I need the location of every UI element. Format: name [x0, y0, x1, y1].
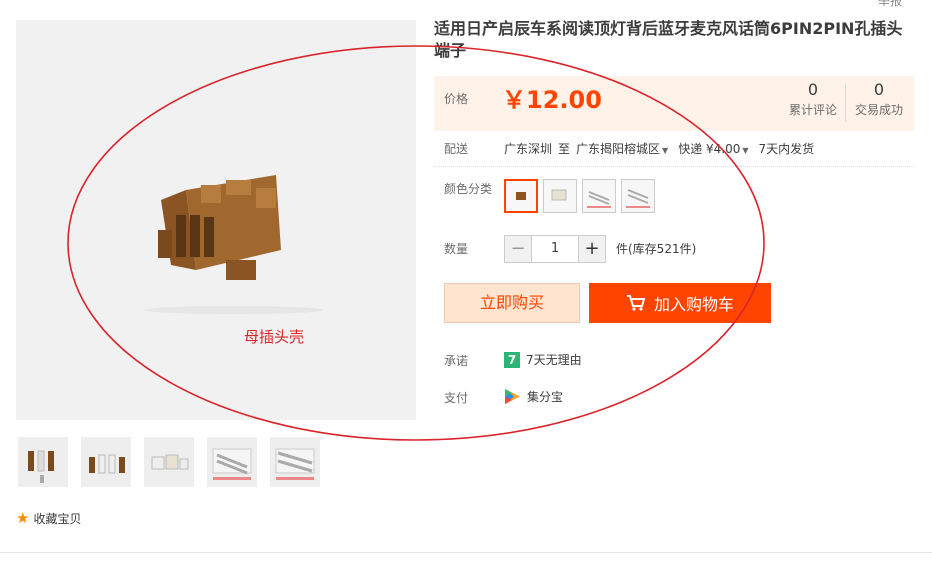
delivery-from: 广东深圳 — [504, 142, 553, 156]
promise-text: 7天无理由 — [526, 353, 582, 367]
thumbnail-3[interactable] — [144, 437, 194, 487]
stock-info: 件(库存521件) — [616, 242, 697, 256]
color-option-3[interactable] — [582, 179, 616, 213]
reviews-stat[interactable]: 0 累计评论 — [782, 80, 844, 118]
report-link[interactable]: 举报 — [878, 0, 902, 9]
sales-stat: 0 交易成功 — [848, 80, 910, 118]
thumbnail-5[interactable] — [270, 437, 320, 487]
ship-time: 7天内发货 — [758, 142, 815, 156]
increase-button[interactable]: + — [578, 235, 606, 263]
image-caption: 母插头壳 — [244, 328, 305, 346]
thumbnail-strip — [18, 437, 320, 487]
price-value: ￥12.00 — [502, 86, 602, 114]
delivery-label: 配送 — [444, 142, 469, 156]
sales-count: 0 — [873, 80, 885, 99]
express-select[interactable]: 快递 ¥4.00 ▼ — [678, 140, 748, 157]
decrease-button[interactable]: − — [504, 235, 532, 263]
add-to-cart-label: 加入购物车 — [653, 295, 734, 314]
buy-now-button[interactable]: 立即购买 — [444, 283, 580, 323]
delivery-to-select[interactable]: 广东揭阳榕城区 ▼ — [576, 140, 668, 157]
chevron-down-icon: ▼ — [742, 146, 749, 155]
payment-row[interactable]: 集分宝 — [504, 388, 563, 405]
chevron-down-icon: ▼ — [662, 146, 669, 155]
star-icon: ★ — [16, 509, 30, 527]
color-option-2[interactable] — [543, 179, 577, 213]
sales-label: 交易成功 — [854, 103, 903, 117]
color-options — [504, 179, 655, 213]
delivery-row: 广东深圳 至 广东揭阳榕城区 ▼ 快递 ¥4.00 ▼ 7天内发货 — [504, 140, 814, 157]
payment-text: 集分宝 — [527, 390, 564, 404]
add-to-cart-button[interactable]: 加入购物车 — [589, 283, 771, 323]
reviews-count: 0 — [807, 80, 819, 99]
thumbnail-4[interactable] — [207, 437, 257, 487]
thumbnail-2[interactable] — [81, 437, 131, 487]
jifenbao-icon — [505, 389, 520, 404]
color-label: 颜色分类 — [444, 182, 493, 196]
promise-label: 承诺 — [444, 354, 469, 368]
cart-icon — [626, 295, 646, 311]
payment-label: 支付 — [444, 391, 469, 405]
divider — [0, 552, 932, 553]
main-product-image: 母插头壳 — [16, 20, 416, 420]
favorite-label: 收藏宝贝 — [33, 511, 82, 526]
favorite-button[interactable]: ★ 收藏宝贝 — [16, 509, 81, 527]
connector-illustration — [144, 175, 324, 314]
stat-separator — [845, 84, 846, 122]
color-option-1[interactable] — [504, 179, 538, 213]
product-title: 适用日产启辰车系阅读顶灯背后蓝牙麦克风话筒6PIN2PIN孔插头端子 — [434, 19, 903, 60]
quantity-stepper: − 1 + — [504, 235, 606, 263]
quantity-input[interactable]: 1 — [532, 235, 578, 263]
quantity-label: 数量 — [444, 242, 469, 256]
reviews-label: 累计评论 — [788, 103, 837, 117]
color-option-4[interactable] — [621, 179, 655, 213]
delivery-to-word: 至 — [558, 142, 571, 156]
seven-day-icon: 7 — [504, 351, 520, 368]
thumbnail-1[interactable] — [18, 437, 68, 487]
price-label: 价格 — [444, 92, 469, 106]
promise-row[interactable]: 7 7天无理由 — [504, 351, 582, 368]
price-panel: 价格 ￥12.00 0 累计评论 0 交易成功 — [434, 76, 914, 131]
divider — [434, 166, 914, 167]
